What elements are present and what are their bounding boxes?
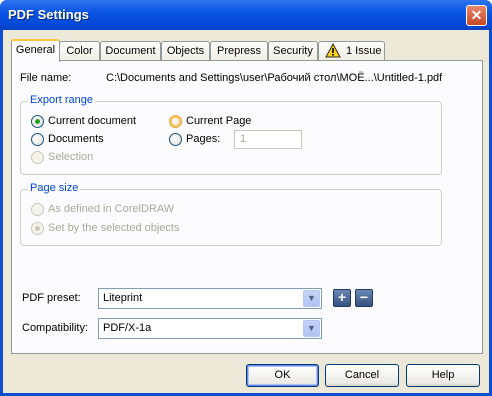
tab-security[interactable]: Security bbox=[268, 41, 318, 61]
page-size-group: Page size As defined in CorelDRAW Set by… bbox=[20, 182, 442, 246]
tab-issues[interactable]: 1 Issue bbox=[318, 41, 385, 61]
as-defined-radio[interactable] bbox=[31, 203, 44, 216]
page-size-title: Page size bbox=[28, 182, 81, 194]
compatibility-select[interactable]: PDF/X-1a ▼ bbox=[98, 318, 322, 339]
title-bar[interactable]: PDF Settings ✕ bbox=[0, 0, 492, 30]
compatibility-dropdown-icon[interactable]: ▼ bbox=[303, 320, 320, 337]
general-panel: File name: C:\Documents and Settings\use… bbox=[11, 60, 483, 354]
dialog-client: General Color Document Objects Prepress … bbox=[3, 30, 489, 393]
export-range-title: Export range bbox=[28, 94, 95, 106]
pages-radio[interactable] bbox=[169, 133, 182, 146]
window-title: PDF Settings bbox=[8, 7, 89, 22]
export-range-group: Export range Current document Current Pa… bbox=[20, 94, 442, 175]
tab-objects[interactable]: Objects bbox=[161, 41, 210, 61]
pdf-preset-label: PDF preset: bbox=[22, 292, 81, 304]
help-button[interactable]: Help bbox=[406, 364, 480, 387]
pdf-settings-dialog: PDF Settings ✕ General Color Document Ob… bbox=[0, 0, 492, 396]
documents-label[interactable]: Documents bbox=[48, 133, 104, 145]
documents-radio[interactable] bbox=[31, 133, 44, 146]
tab-issues-label: 1 Issue bbox=[346, 45, 382, 57]
pdf-preset-value: Liteprint bbox=[103, 292, 143, 304]
pdf-preset-dropdown-icon[interactable]: ▼ bbox=[303, 290, 320, 307]
remove-preset-button[interactable]: − bbox=[355, 289, 373, 307]
file-name-label: File name: bbox=[20, 72, 72, 84]
pages-label[interactable]: Pages: bbox=[186, 133, 220, 145]
tab-color[interactable]: Color bbox=[59, 41, 100, 61]
compatibility-label: Compatibility: bbox=[22, 322, 89, 334]
set-by-selected-label[interactable]: Set by the selected objects bbox=[48, 222, 179, 234]
current-document-radio[interactable] bbox=[31, 115, 44, 128]
selection-label[interactable]: Selection bbox=[48, 151, 93, 163]
compatibility-value: PDF/X-1a bbox=[103, 322, 152, 334]
set-by-selected-radio[interactable] bbox=[31, 222, 44, 235]
tab-document[interactable]: Document bbox=[100, 41, 161, 61]
ok-button[interactable]: OK bbox=[246, 364, 319, 387]
warning-icon bbox=[325, 43, 341, 58]
current-document-label[interactable]: Current document bbox=[48, 115, 136, 127]
pages-input[interactable]: 1 bbox=[234, 130, 302, 149]
current-page-radio[interactable] bbox=[169, 115, 182, 128]
cancel-button[interactable]: Cancel bbox=[325, 364, 399, 387]
close-button[interactable]: ✕ bbox=[466, 5, 487, 26]
tab-prepress[interactable]: Prepress bbox=[210, 41, 268, 61]
tab-general[interactable]: General bbox=[11, 39, 60, 62]
selection-radio[interactable] bbox=[31, 151, 44, 164]
as-defined-label[interactable]: As defined in CorelDRAW bbox=[48, 203, 174, 215]
add-preset-button[interactable]: + bbox=[333, 289, 351, 307]
file-name-value: C:\Documents and Settings\user\Рабочий с… bbox=[106, 72, 443, 84]
pdf-preset-select[interactable]: Liteprint ▼ bbox=[98, 288, 322, 309]
current-page-label[interactable]: Current Page bbox=[186, 115, 251, 127]
